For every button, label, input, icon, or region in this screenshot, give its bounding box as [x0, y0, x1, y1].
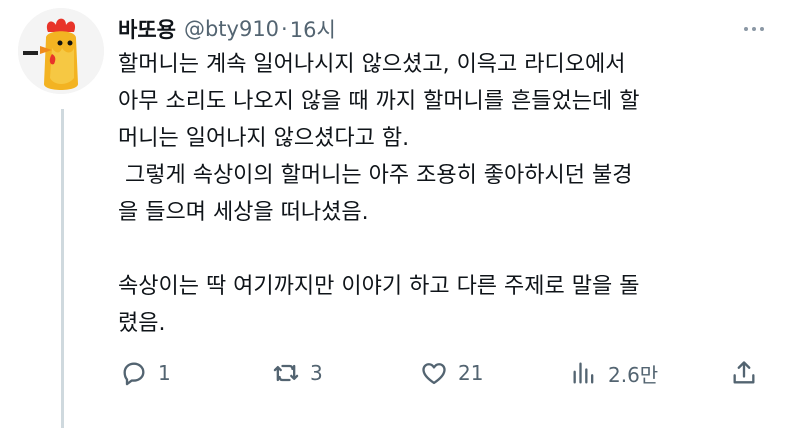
- display-name[interactable]: 바또용: [118, 14, 176, 44]
- views-count: 2.6만: [608, 362, 659, 387]
- more-options-button[interactable]: [737, 16, 771, 42]
- tweet-text-line: 그렇게 속상이의 할머니는 아주 조용히 좋아하시던 불경: [118, 163, 633, 188]
- share-button[interactable]: [730, 353, 758, 393]
- like-button[interactable]: 21: [420, 353, 483, 393]
- tweet-header: 바또용 @bty910 · 16시: [118, 12, 336, 46]
- tweet-text-line: 을 들으며 세상을 떠나셨음.: [118, 200, 369, 225]
- avatar[interactable]: [18, 8, 104, 94]
- reply-icon: [123, 362, 145, 386]
- retweet-button[interactable]: 3: [272, 353, 323, 393]
- like-count: 21: [458, 361, 484, 385]
- user-handle[interactable]: @bty910: [184, 17, 279, 41]
- tweet-text-line: 머니는 일어나지 않으셨다고 함.: [118, 126, 410, 151]
- more-dot-icon: [744, 27, 748, 31]
- retweet-icon: [273, 364, 299, 382]
- timestamp[interactable]: 16시: [290, 14, 336, 44]
- more-dot-icon: [760, 27, 764, 31]
- tweet-text: 할머니는 계속 일어나시지 않으셨고, 이윽고 라디오에서 아무 소리도 나오지…: [118, 46, 758, 342]
- views-icon: [573, 362, 594, 384]
- more-dot-icon: [752, 27, 756, 31]
- tweet-text-blank-line: [118, 231, 758, 268]
- tweet-actions: 1 3 21 2.6만: [118, 353, 770, 393]
- separator-dot: ·: [281, 17, 288, 41]
- thread-line: [61, 109, 64, 428]
- rooster-avatar-image: [18, 8, 104, 94]
- tweet-text-line: 속상이는 딱 여기까지만 이야기 하고 다른 주제로 말을 돌: [118, 274, 640, 299]
- reply-count: 1: [158, 361, 171, 385]
- tweet-text-line: 아무 소리도 나오지 않을 때 까지 할머니를 흔들었는데 할: [118, 89, 640, 114]
- reply-button[interactable]: 1: [120, 353, 171, 393]
- views-button[interactable]: 2.6만: [570, 353, 658, 393]
- share-icon: [733, 361, 755, 384]
- retweet-count: 3: [310, 361, 323, 385]
- tweet-text-line: 할머니는 계속 일어나시지 않으셨고, 이윽고 라디오에서: [118, 52, 626, 77]
- tweet-text-line: 렸음.: [118, 311, 166, 336]
- heart-icon: [422, 363, 446, 385]
